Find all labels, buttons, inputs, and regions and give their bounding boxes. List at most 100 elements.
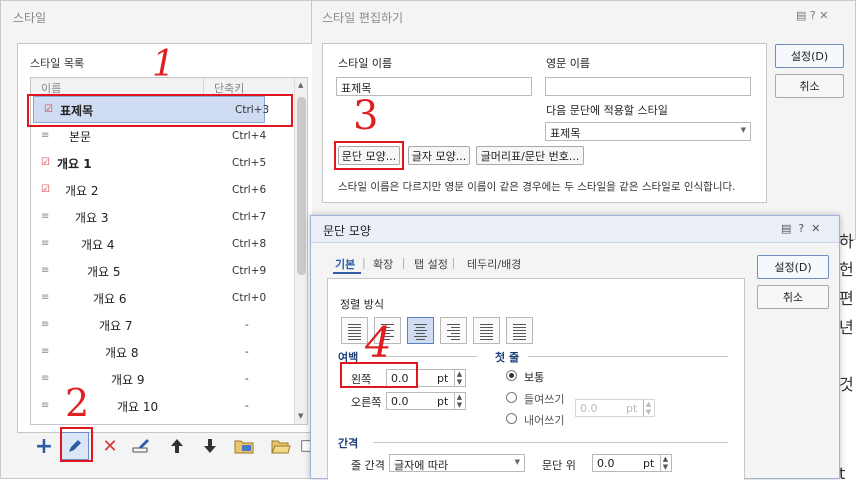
open-folder-icon[interactable]: [267, 432, 295, 460]
add-style-icon[interactable]: +: [30, 432, 58, 460]
align-center-icon[interactable]: [407, 317, 434, 344]
align-line: [348, 330, 361, 331]
line-spacing-label: 줄 간격: [351, 459, 385, 472]
english-name-field[interactable]: [545, 77, 751, 96]
paragraph-cancel-button[interactable]: 취소: [757, 285, 829, 309]
left-margin-spinner[interactable]: ▲ ▼: [454, 370, 464, 386]
radio-outdent-label: 내어쓰기: [524, 414, 565, 427]
paragraph-style-icon: ≡: [41, 238, 50, 249]
style-list[interactable]: 이름 단축키 ☑ 표제목 Ctrl+3 ≡ 본문 Ctrl+4 ☑ 개요 1 Ctrl+5 ☑ 개요…: [30, 77, 308, 425]
align-line: [447, 324, 460, 325]
edit-cancel-button[interactable]: 취소: [775, 74, 844, 98]
style-effect-icon[interactable]: [128, 432, 156, 460]
scroll-thumb[interactable]: [297, 97, 306, 275]
delete-style-icon[interactable]: ✕: [96, 432, 124, 460]
style-item-name: 개요 5: [87, 265, 121, 279]
align-line: [348, 333, 361, 334]
align-line: [451, 327, 460, 328]
align-line: [414, 324, 427, 325]
first-line-divider: [528, 356, 728, 357]
style-item-name: 개요 3: [75, 211, 109, 225]
style-list-item[interactable]: ≡ 개요 8 -: [31, 339, 289, 366]
align-distribute-icon[interactable]: [473, 317, 500, 344]
style-list-item[interactable]: ≡ 개요 3 Ctrl+7: [31, 204, 289, 231]
paragraph-dialog-titlebar: [311, 216, 839, 243]
bg-text-3: 편: [839, 289, 854, 308]
paragraph-style-icon: ≡: [41, 400, 50, 411]
align-line: [414, 336, 427, 337]
radio-indent[interactable]: [506, 392, 517, 403]
align-right-icon[interactable]: [440, 317, 467, 344]
para-above-unit: pt: [643, 457, 655, 470]
style-list-item[interactable]: ≡ 개요 5 Ctrl+9: [31, 258, 289, 285]
scroll-down-arrow-icon[interactable]: ▼: [298, 412, 303, 420]
style-item-shortcut: Ctrl+5: [232, 157, 267, 169]
paragraph-style-icon: ≡: [41, 319, 50, 330]
move-up-icon[interactable]: [163, 432, 191, 460]
header-divider: [203, 78, 204, 95]
style-item-shortcut: -: [245, 319, 249, 331]
paragraph-style-icon: ≡: [41, 346, 50, 357]
align-justify-icon[interactable]: [341, 317, 368, 344]
style-item-name: 개요 1: [57, 157, 92, 171]
indent-unit: pt: [626, 402, 638, 415]
tab-border-bg[interactable]: 테두리/배경: [467, 256, 521, 272]
style-list-item[interactable]: ≡ 개요 6 Ctrl+0: [31, 285, 289, 312]
right-margin-spinner[interactable]: ▲ ▼: [454, 393, 464, 409]
tab-basic[interactable]: 기본: [335, 256, 355, 272]
style-list-item[interactable]: ☑ 개요 1 Ctrl+5: [31, 150, 289, 177]
align-line: [451, 339, 460, 340]
annotation-step-4: 4: [365, 318, 392, 367]
english-name-label: 영문 이름: [546, 57, 590, 70]
align-line: [416, 333, 425, 334]
style-list-item[interactable]: ☑ 개요 2 Ctrl+6: [31, 177, 289, 204]
edit-dialog-title: 스타일 편집하기: [322, 11, 404, 25]
style-item-name: 본문: [69, 130, 92, 144]
align-line: [480, 327, 493, 328]
radio-normal[interactable]: [506, 370, 517, 381]
line-spacing-value: 글자에 따라: [394, 459, 449, 472]
annotation-box-selected-style: [27, 94, 293, 127]
style-item-shortcut: -: [245, 400, 249, 412]
style-item-name: 개요 8: [105, 346, 139, 360]
style-name-note: 스타일 이름은 다르지만 영문 이름이 같은 경우에는 두 스타일을 같은 스타…: [338, 181, 736, 193]
scrollbar[interactable]: ▲ ▼: [294, 78, 307, 424]
dialog-controls-icon[interactable]: ▤ ? ✕: [781, 222, 820, 235]
style-item-name: 개요 9: [111, 373, 145, 387]
bullet-numbering-button[interactable]: 글머리표/문단 번호...: [476, 146, 584, 165]
spacing-divider: [373, 442, 728, 443]
next-style-select[interactable]: 표제목 ▼: [545, 122, 751, 141]
align-line: [480, 336, 493, 337]
help-icon[interactable]: ▤ ? ✕: [796, 9, 828, 22]
style-list-item[interactable]: ≡ 개요 4 Ctrl+8: [31, 231, 289, 258]
style-item-shortcut: Ctrl+6: [232, 184, 267, 196]
para-above-spinner[interactable]: ▲ ▼: [660, 455, 670, 471]
edit-ok-button[interactable]: 설정(D): [775, 44, 844, 68]
spacing-section-title: 간격: [338, 437, 359, 450]
scroll-up-arrow-icon[interactable]: ▲: [298, 81, 303, 89]
radio-outdent[interactable]: [506, 413, 517, 424]
style-list-item[interactable]: ≡ 개요 7 -: [31, 312, 289, 339]
char-shape-button[interactable]: 글자 모양...: [408, 146, 470, 165]
import-style-icon[interactable]: [230, 432, 258, 460]
bg-text-4: 년: [839, 318, 854, 337]
style-item-name: 개요 2: [65, 184, 99, 198]
style-list-item[interactable]: ≡ 본문 Ctrl+4: [31, 123, 289, 150]
right-margin-value: 0.0: [391, 395, 409, 408]
line-spacing-select[interactable]: 글자에 따라 ▼: [389, 454, 525, 472]
align-line: [348, 324, 361, 325]
align-line: [513, 330, 526, 331]
chevron-down-icon: ▼: [740, 126, 746, 134]
align-split-icon[interactable]: [506, 317, 533, 344]
paragraph-style-icon: ☑: [41, 157, 50, 168]
indent-spinner[interactable]: ▲ ▼: [643, 400, 653, 416]
align-line: [451, 333, 460, 334]
align-line: [348, 327, 361, 328]
move-down-icon[interactable]: [196, 432, 224, 460]
align-line: [414, 330, 427, 331]
bg-text-1: 하: [839, 232, 854, 251]
paragraph-ok-button[interactable]: 설정(D): [757, 255, 829, 279]
align-line: [513, 324, 526, 325]
style-item-shortcut: Ctrl+7: [232, 211, 267, 223]
chevron-down-icon: ▼: [514, 458, 520, 466]
